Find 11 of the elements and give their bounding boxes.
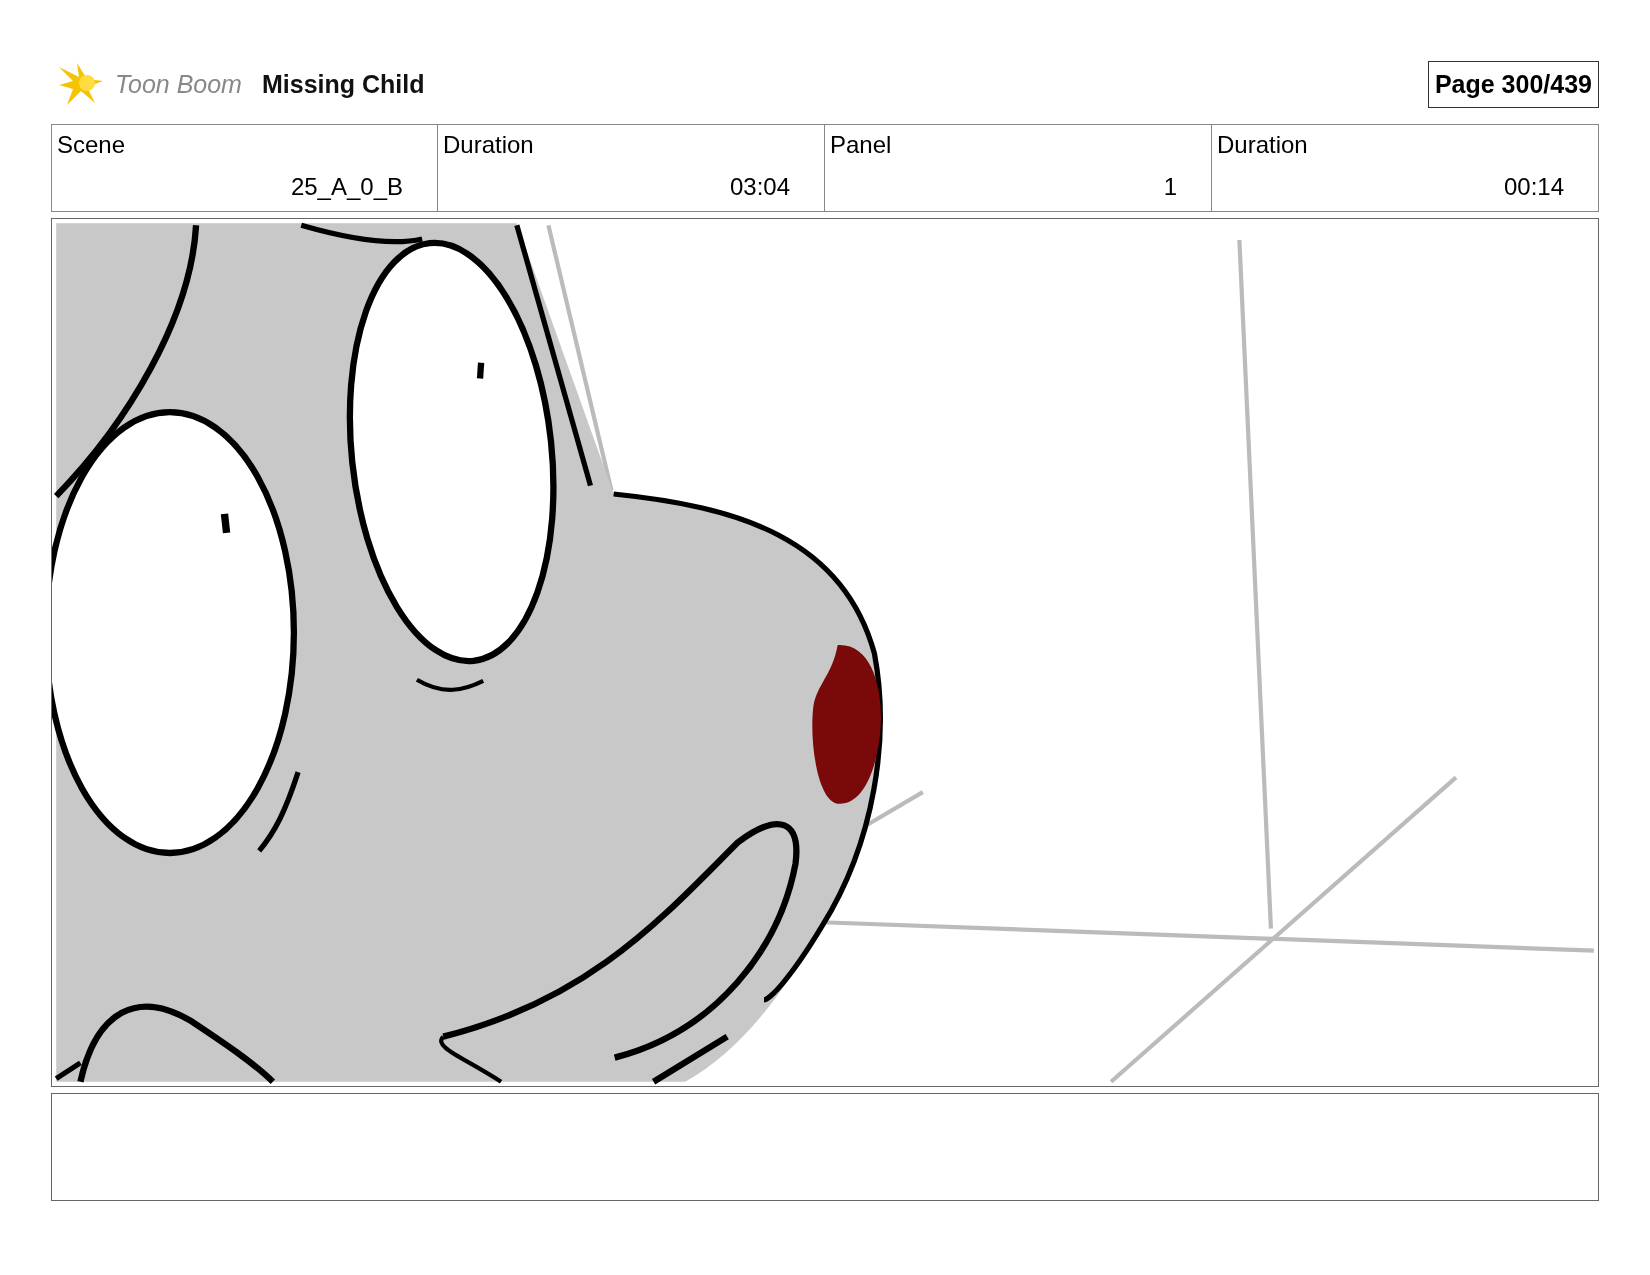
field-label: Scene bbox=[57, 131, 127, 159]
storyboard-title: Missing Child bbox=[261, 69, 425, 99]
field-label: Duration bbox=[443, 131, 535, 159]
page-number: Page 300/439 bbox=[1427, 60, 1599, 108]
field-label: Duration bbox=[1217, 131, 1309, 159]
field-label: Panel bbox=[830, 131, 893, 159]
field-value: 25_A_0_B bbox=[290, 173, 403, 201]
logo-text: Toon Boom bbox=[115, 69, 242, 99]
field-value: 1 bbox=[1163, 173, 1177, 201]
field-value: 00:14 bbox=[1503, 173, 1564, 201]
field-value: 03:04 bbox=[729, 173, 790, 201]
